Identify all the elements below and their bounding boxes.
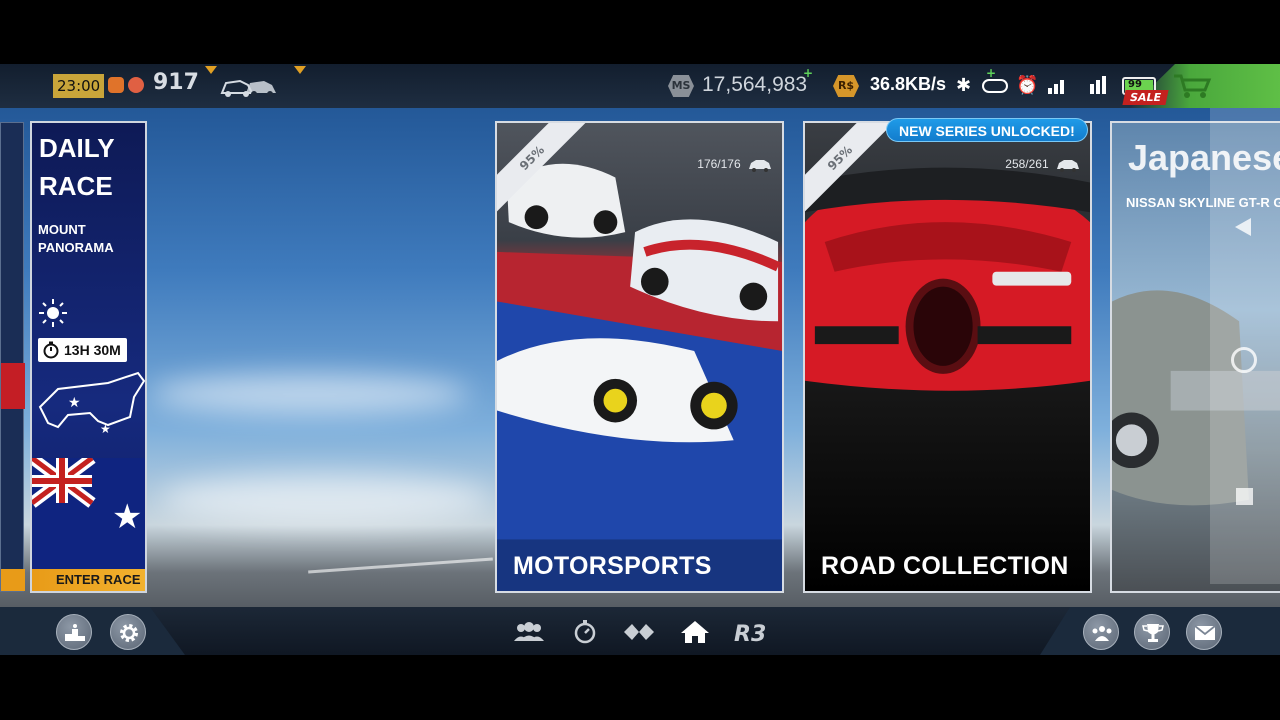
recent-apps-icon[interactable]	[1236, 488, 1253, 505]
bottom-left-panel	[0, 607, 185, 655]
trophy-icon	[1142, 624, 1164, 642]
sale-badge[interactable]: SALE	[1122, 90, 1169, 105]
bluetooth-icon: ✱	[956, 75, 972, 96]
car-icon	[749, 159, 771, 172]
daily-race-card[interactable]: DAILY RACE MOUNT PANORAMA 13H 30M ★ ★ ★ …	[30, 121, 147, 593]
car-icon	[1057, 159, 1079, 172]
ms-balance[interactable]: 17,564,983	[702, 73, 807, 97]
car-owned-count: 176/176	[697, 157, 772, 172]
team-button[interactable]	[1083, 614, 1119, 650]
car-count: 917	[153, 70, 199, 95]
record-icon	[128, 77, 144, 93]
time-trial-icon[interactable]	[568, 619, 602, 645]
top-bar: 23:00 917 MS 17,564,983 + R$ 36.8KB/s + …	[0, 64, 1280, 108]
motorsports-artwork	[497, 163, 782, 591]
car-owned-count: 258/261	[1005, 157, 1080, 172]
shopping-cart-icon[interactable]	[1172, 73, 1212, 99]
vibrate-icon	[982, 79, 1008, 93]
gear-icon	[120, 624, 138, 642]
new-series-banner: NEW SERIES UNLOCKED!	[886, 118, 1088, 142]
r3-logo-icon[interactable]: R3	[732, 619, 770, 645]
inbox-button[interactable]	[1186, 614, 1222, 650]
events-flags-icon[interactable]	[622, 619, 656, 645]
ms-currency-icon: MS	[668, 75, 694, 97]
race-timer: 13H 30M	[38, 338, 127, 362]
car-owned-count-value: 258/261	[1005, 157, 1049, 171]
svg-text:★: ★	[68, 395, 81, 411]
signal-strength-icon	[1048, 76, 1106, 94]
previous-card-accent	[1, 363, 25, 409]
track-stripe	[308, 557, 493, 574]
previous-card-edge[interactable]	[0, 122, 25, 592]
indicator-arrow-icon	[294, 66, 306, 74]
game-screen: 23:00 917 MS 17,564,983 + R$ 36.8KB/s + …	[0, 64, 1280, 655]
podium-button[interactable]	[56, 614, 92, 650]
podium-icon	[65, 624, 85, 641]
letterbox-top	[0, 0, 1280, 64]
alarm-icon: ⏰	[1016, 75, 1039, 96]
sunny-weather-icon	[39, 299, 67, 327]
track-map-icon: ★ ★	[38, 371, 145, 436]
add-rs-icon[interactable]: +	[986, 66, 996, 80]
battery-percent: 99	[1128, 79, 1142, 90]
system-nav-panel	[1210, 108, 1280, 584]
team-icon	[1092, 626, 1112, 641]
garage-cars-icon[interactable]	[218, 73, 280, 99]
indicator-arrow-icon	[205, 66, 217, 74]
home-circle-icon[interactable]	[1231, 347, 1257, 373]
notification-icon	[108, 77, 124, 93]
daily-race-title: DAILY RACE	[39, 133, 115, 201]
network-speed: 36.8KB/s	[870, 74, 947, 94]
motorsports-title: MOTORSPORTS	[513, 552, 712, 580]
australia-flag-icon: ★	[32, 458, 145, 575]
settings-button[interactable]	[110, 614, 146, 650]
svg-text:R3: R3	[734, 622, 766, 645]
svg-text:★: ★	[100, 422, 111, 436]
rs-currency-icon: R$	[833, 75, 859, 97]
road-collection-artwork	[805, 167, 1090, 391]
background-cloud	[150, 374, 470, 414]
bottom-bar: R3	[0, 607, 1280, 655]
background-cloud	[160, 474, 490, 524]
trophy-button[interactable]	[1134, 614, 1170, 650]
letterbox-bottom	[0, 655, 1280, 720]
road-collection-series-card[interactable]: 95% 258/261 ROAD COLLECTION	[803, 121, 1092, 593]
enter-race-button[interactable]: ENTER RACE	[32, 569, 145, 591]
car-owned-count-value: 176/176	[697, 157, 741, 171]
clock-time: 23:00	[53, 74, 105, 98]
home-icon[interactable]	[678, 619, 712, 645]
mail-icon	[1194, 625, 1216, 640]
back-icon[interactable]	[1235, 218, 1251, 236]
stopwatch-icon	[43, 341, 59, 359]
daily-race-track: MOUNT PANORAMA	[38, 222, 114, 255]
svg-text:★: ★	[112, 497, 142, 537]
road-collection-title: ROAD COLLECTION	[821, 552, 1069, 580]
race-timer-value: 13H 30M	[64, 342, 121, 358]
add-ms-icon[interactable]: +	[803, 66, 813, 80]
multiplayer-icon[interactable]	[512, 619, 546, 645]
motorsports-series-card[interactable]: 95% 176/176 MOTORSPORTS	[495, 121, 784, 593]
previous-card-footer	[1, 569, 25, 591]
